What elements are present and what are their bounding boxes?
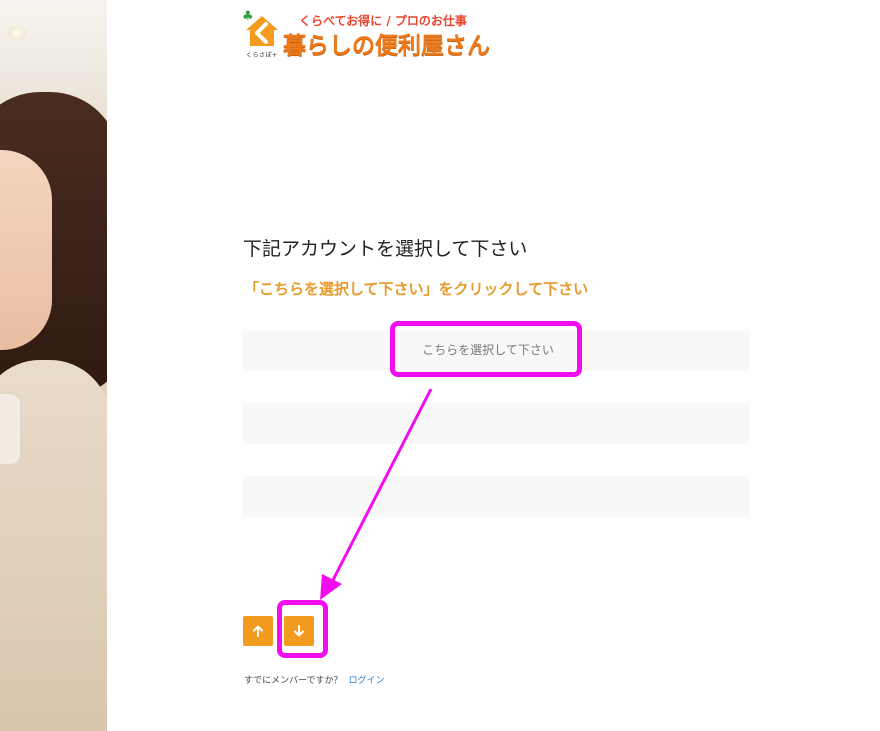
- highlight-box-option: [390, 321, 582, 377]
- arrow-up-icon: [253, 625, 263, 637]
- logo-name: 暮らしの便利屋さん: [283, 33, 490, 59]
- background-photo: [0, 0, 107, 731]
- photo-window: [0, 0, 107, 95]
- photo-cup: [0, 392, 22, 466]
- account-option-2[interactable]: [242, 403, 750, 444]
- member-prompt: すでにメンバーですか？ ログイン: [244, 673, 384, 686]
- page-title: 下記アカウントを選択して下さい: [243, 238, 528, 260]
- site-logo[interactable]: ♣ くらさぽ+ くらべてお得に / プロのお仕事 暮らしの便利屋さん: [242, 10, 490, 62]
- account-option-3[interactable]: [242, 476, 750, 517]
- login-link[interactable]: ログイン: [348, 676, 384, 686]
- instruction-text: 「こちらを選択して下さい」をクリックして下さい: [244, 280, 589, 298]
- highlight-box-down: [277, 600, 328, 658]
- scroll-up-button[interactable]: [243, 616, 273, 646]
- house-logo-icon: [246, 16, 278, 46]
- photo-face: [0, 150, 52, 350]
- photo-lamp: [8, 26, 26, 40]
- member-prompt-text: すでにメンバーですか？: [244, 676, 343, 686]
- logo-sub: くらさぽ+: [246, 52, 278, 59]
